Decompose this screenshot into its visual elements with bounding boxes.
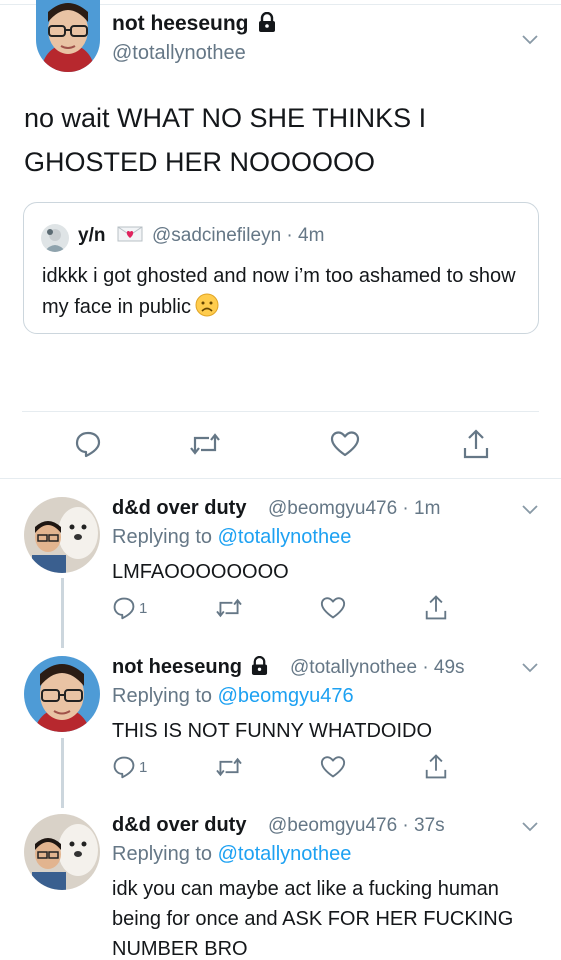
tweet-text: no wait WHAT NO SHE THINKS I GHOSTED HER…	[24, 103, 427, 177]
avatar[interactable]	[24, 497, 100, 573]
chevron-down-icon[interactable]	[519, 498, 541, 520]
action-divider	[22, 411, 539, 412]
sad-face-icon	[195, 293, 219, 327]
quote-text: idkkk i got ghosted and now i’m too asha…	[42, 261, 532, 327]
retweet-icon[interactable]	[215, 755, 243, 784]
quote-author[interactable]: y/n	[78, 225, 143, 249]
quote-avatar[interactable]	[41, 224, 69, 252]
replying-to: Replying to @totallynothee	[112, 526, 352, 548]
tweet-text: LMFAOOOOOOOO	[112, 561, 289, 583]
chevron-down-icon[interactable]	[519, 815, 541, 837]
reply-count: 1	[139, 759, 148, 776]
author-handle-time[interactable]: @beomgyu476 · 1m	[268, 498, 440, 520]
author-name[interactable]: not heeseung	[112, 11, 276, 38]
reply-icon[interactable]	[112, 755, 136, 784]
love-letter-icon	[117, 225, 143, 249]
thread-line	[61, 738, 64, 808]
replying-to: Replying to @beomgyu476	[112, 685, 354, 707]
share-icon[interactable]	[424, 753, 448, 785]
share-icon[interactable]	[462, 428, 490, 465]
tweet-divider	[0, 478, 561, 479]
like-icon[interactable]	[320, 596, 346, 625]
lock-icon	[251, 655, 268, 681]
avatar[interactable]	[24, 814, 100, 890]
quoted-tweet[interactable]: y/n @sadcinefileyn · 4m idkkk i got ghos…	[23, 202, 539, 334]
main-tweet: not heeseung @totallynothee no wait WHAT…	[0, 0, 561, 478]
author-name[interactable]: not heeseung	[112, 655, 268, 681]
reply-icon[interactable]	[74, 430, 102, 463]
avatar[interactable]	[36, 0, 100, 72]
author-name[interactable]: d&d over duty	[112, 497, 246, 520]
like-icon[interactable]	[320, 755, 346, 784]
author-handle[interactable]: @totallynothee	[112, 42, 246, 65]
author-name[interactable]: d&d over duty	[112, 814, 246, 837]
reply-count: 1	[139, 600, 148, 617]
mention-link[interactable]: @beomgyu476	[218, 685, 354, 707]
quote-handle-time[interactable]: @sadcinefileyn · 4m	[152, 225, 324, 247]
retweet-icon[interactable]	[189, 430, 221, 463]
tweet-text: idk you can maybe act like a fucking hum…	[112, 878, 514, 960]
thread-line	[61, 578, 64, 648]
author-handle-time[interactable]: @totallynothee · 49s	[290, 657, 465, 679]
avatar[interactable]	[24, 656, 100, 732]
mention-link[interactable]: @totallynothee	[218, 526, 352, 548]
replying-to: Replying to @totallynothee	[112, 843, 352, 865]
like-icon[interactable]	[330, 430, 360, 463]
mention-link[interactable]: @totallynothee	[218, 843, 352, 865]
reply-icon[interactable]	[112, 596, 136, 625]
chevron-down-icon[interactable]	[519, 656, 541, 678]
lock-icon	[258, 11, 276, 38]
tweet-text: THIS IS NOT FUNNY WHATDOIDO	[112, 720, 433, 742]
chevron-down-icon[interactable]	[519, 28, 541, 50]
share-icon[interactable]	[424, 594, 448, 626]
retweet-icon[interactable]	[215, 596, 243, 625]
author-handle-time[interactable]: @beomgyu476 · 37s	[268, 815, 445, 837]
